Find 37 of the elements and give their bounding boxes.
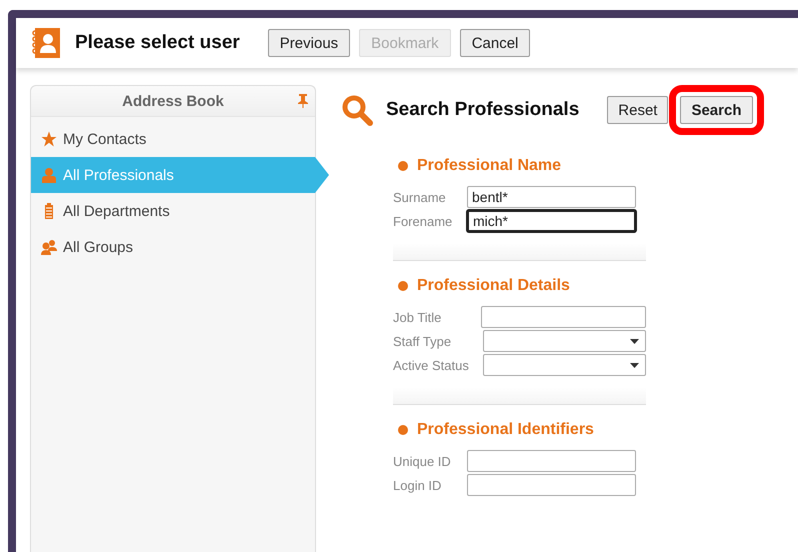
reset-button[interactable]: Reset xyxy=(607,96,668,124)
toolbar-button[interactable]: Cancel xyxy=(460,29,530,57)
input-field[interactable]: bentl* xyxy=(467,186,636,208)
field-label: Login ID xyxy=(393,478,442,492)
input-field[interactable]: mich* xyxy=(467,210,636,232)
panel-title: Address Book xyxy=(122,92,224,110)
dropdown-field[interactable] xyxy=(483,330,646,352)
bullet-icon xyxy=(398,281,408,291)
input-field[interactable] xyxy=(481,306,646,328)
bullet-icon xyxy=(398,161,408,171)
dropdown-field[interactable] xyxy=(483,354,646,376)
section-heading: Professional Details xyxy=(417,277,570,295)
field-label: Surname xyxy=(393,190,447,204)
field-label: Forename xyxy=(393,214,454,228)
group-icon xyxy=(41,239,57,255)
pin-icon xyxy=(297,94,309,108)
window-title: Please select user xyxy=(75,32,240,54)
sidebar-item[interactable]: All Groups xyxy=(31,229,315,265)
section-heading: Professional Name xyxy=(417,157,562,175)
star-icon xyxy=(41,131,57,147)
caret-icon xyxy=(630,362,639,368)
sidebar-item[interactable]: My Contacts xyxy=(31,121,315,157)
caret-icon xyxy=(630,338,639,344)
bullet-icon xyxy=(398,425,408,435)
field-label: Staff Type xyxy=(393,334,452,348)
person-icon xyxy=(41,167,57,183)
input-field[interactable] xyxy=(467,450,636,472)
sidebar-item[interactable]: All Departments xyxy=(31,193,315,229)
section-heading: Professional Identifiers xyxy=(417,421,594,439)
field-label: Job Title xyxy=(393,310,442,324)
field-label: Active Status xyxy=(393,358,470,372)
toolbar-button[interactable]: Previous xyxy=(268,29,350,57)
address-book-icon xyxy=(32,28,60,58)
input-field[interactable] xyxy=(467,474,636,496)
panel-heading: Search Professionals xyxy=(386,99,580,121)
field-label: Unique ID xyxy=(393,454,452,468)
search-icon xyxy=(341,94,373,126)
